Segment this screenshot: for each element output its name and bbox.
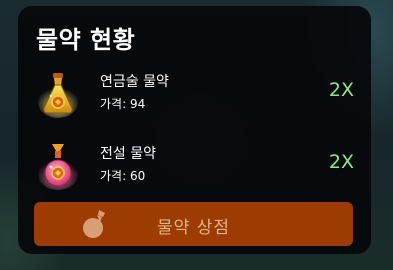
- potion-name: 전설 물약: [100, 146, 156, 162]
- panel-title: 물약 현황: [36, 26, 136, 54]
- potion-count: 2X: [328, 79, 354, 101]
- potion-shop-label: 물약 상점: [157, 218, 230, 238]
- potion-row-legendary: 전설 물약 가격: 60 2X: [18, 134, 371, 194]
- potion-price: 가격: 94: [100, 97, 146, 111]
- alchemy-potion-icon: [38, 73, 78, 118]
- potion-name: 연금술 물약: [100, 74, 169, 90]
- potion-status-panel: 물약 현황 연금술 물약 가격: 94 2X 전설 물약 가격: 60 2X 물…: [18, 6, 371, 254]
- potion-shop-button[interactable]: 물약 상점: [34, 202, 353, 246]
- potion-price: 가격: 60: [100, 169, 146, 183]
- potion-count: 2X: [328, 151, 354, 173]
- legendary-potion-icon: [38, 144, 78, 190]
- potion-row-alchemy: 연금술 물약 가격: 94 2X: [18, 62, 371, 122]
